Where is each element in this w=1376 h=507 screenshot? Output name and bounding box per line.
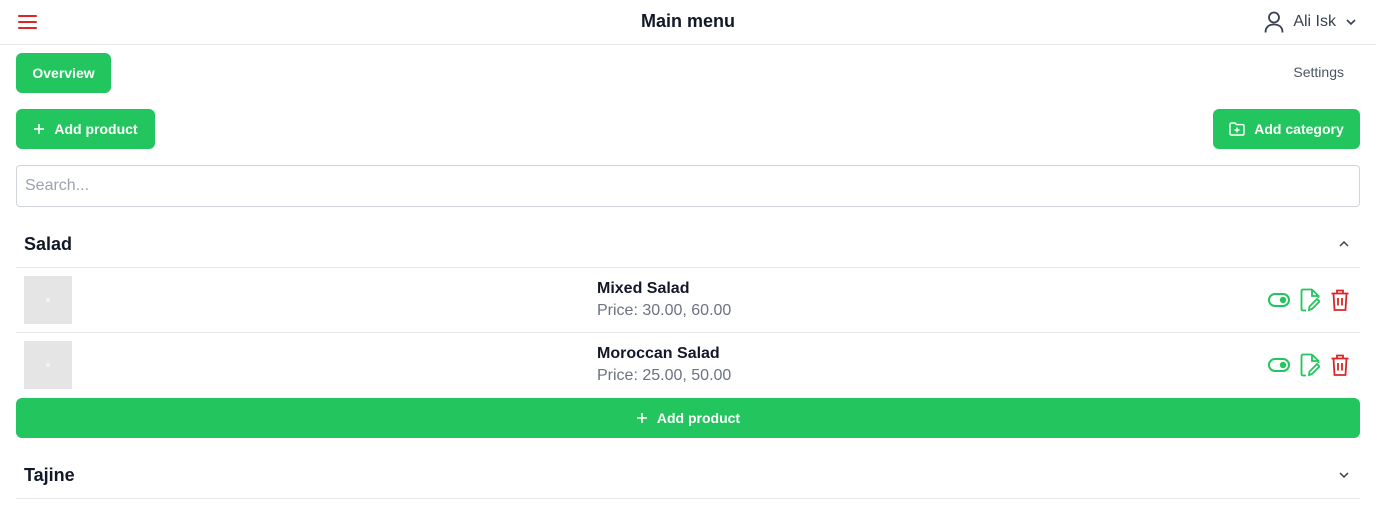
toggle-visibility-icon[interactable] <box>1268 293 1290 307</box>
tab-overview[interactable]: Overview <box>16 53 111 93</box>
category-name: Tajine <box>24 465 75 485</box>
product-image <box>24 341 72 389</box>
toggle-visibility-icon[interactable] <box>1268 358 1290 372</box>
page-title: Main menu <box>640 11 735 31</box>
plus-icon <box>34 124 45 134</box>
category-name: Salad <box>24 234 73 254</box>
product-name: Moroccan Salad <box>597 345 720 362</box>
category-add-product-button[interactable]: Add product <box>16 398 1360 438</box>
search-input[interactable] <box>16 165 1360 207</box>
category-header-salad[interactable]: Salad <box>16 222 1360 268</box>
folder-plus-icon <box>1229 122 1245 136</box>
user-name: Ali Isk <box>1293 13 1336 30</box>
add-category-label: Add category <box>1254 121 1344 137</box>
add-product-button[interactable]: Add product <box>16 109 155 149</box>
product-price: Price: 25.00, 50.00 <box>597 367 732 384</box>
plus-icon <box>636 413 647 423</box>
product-image <box>24 276 72 324</box>
product-price: Price: 30.00, 60.00 <box>597 302 732 319</box>
product-row: Moroccan Salad Price: 25.00, 50.00 <box>16 333 1360 398</box>
trash-icon[interactable] <box>1330 353 1350 377</box>
chevron-down-icon <box>1344 15 1358 29</box>
trash-icon[interactable] <box>1330 288 1350 312</box>
user-icon <box>1263 10 1285 34</box>
chevron-up-icon <box>1338 238 1350 250</box>
add-product-label: Add product <box>54 121 138 137</box>
user-menu[interactable]: Ali Isk <box>1263 10 1358 34</box>
category-header-tajine[interactable]: Tajine <box>16 453 1360 499</box>
product-name: Mixed Salad <box>597 280 690 297</box>
top-bar: Main menu Ali Isk <box>0 0 1376 45</box>
product-row: Mixed Salad Price: 30.00, 60.00 <box>16 268 1360 333</box>
add-category-button[interactable]: Add category <box>1213 109 1360 149</box>
chevron-down-icon <box>1338 469 1350 481</box>
edit-icon[interactable] <box>1300 353 1320 377</box>
add-product-label: Add product <box>656 410 741 426</box>
tab-settings[interactable]: Settings <box>1293 64 1344 80</box>
edit-icon[interactable] <box>1300 288 1320 312</box>
